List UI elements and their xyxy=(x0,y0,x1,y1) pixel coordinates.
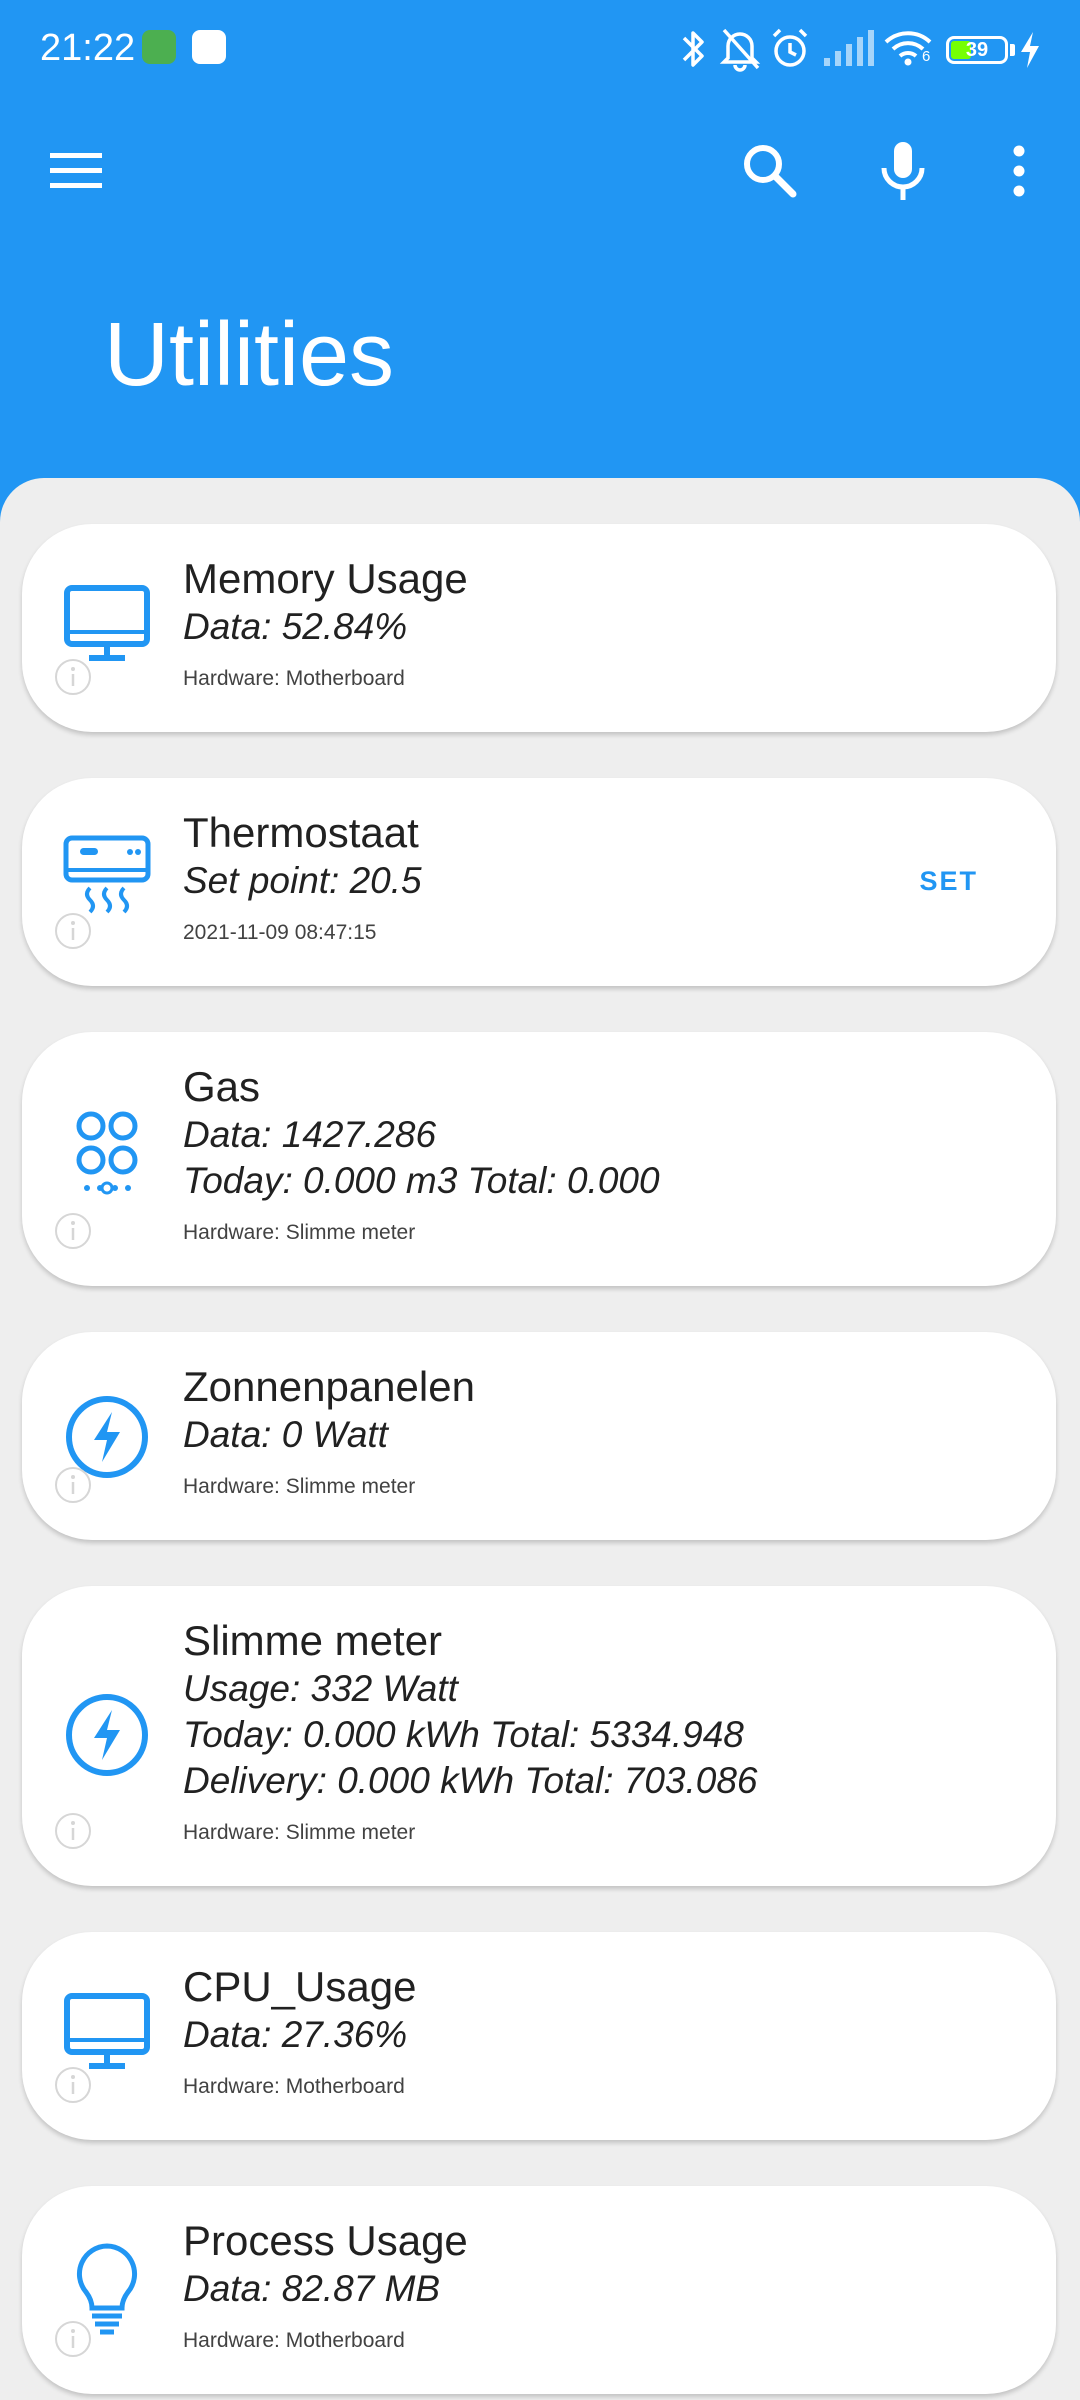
card-title: CPU_Usage xyxy=(183,1963,417,2010)
card-data-line: Data: 0 Watt xyxy=(183,1414,388,1455)
device-card-cpu-usage[interactable]: CPU_Usage Data: 27.36% Hardware: Motherb… xyxy=(22,1932,1056,2140)
card-data-line: Today: 0.000 kWh Total: 5334.948 xyxy=(183,1714,744,1755)
device-card-zonnenpanelen[interactable]: Zonnenpanelen Data: 0 Watt Hardware: Sli… xyxy=(22,1332,1056,1540)
card-data-line: Usage: 332 Watt xyxy=(183,1668,458,1709)
card-hardware: Hardware: Motherboard xyxy=(183,2075,405,2098)
card-data-line: Data: 52.84% xyxy=(183,606,408,647)
card-hardware: Hardware: Motherboard xyxy=(183,667,405,690)
info-icon[interactable] xyxy=(54,2066,92,2104)
device-card-thermostaat[interactable]: Thermostaat Set point: 20.5 2021-11-09 0… xyxy=(22,778,1056,986)
status-bar: 21:22 6 39 xyxy=(0,0,1080,96)
card-hardware: Hardware: Slimme meter xyxy=(183,1821,416,1844)
lightning-icon xyxy=(66,1694,148,1776)
card-title: Gas xyxy=(183,1063,261,1110)
set-button[interactable]: SET xyxy=(919,864,978,898)
wifi-badge: 6 xyxy=(922,48,931,65)
info-icon[interactable] xyxy=(54,1466,92,1504)
status-time: 21:22 xyxy=(40,27,136,69)
card-data-line: Today: 0.000 m3 Total: 0.000 xyxy=(183,1160,660,1201)
info-icon[interactable] xyxy=(54,2320,92,2358)
gas-burner-icon xyxy=(76,1111,138,1195)
card-data-line: Set point: 20.5 xyxy=(183,860,422,901)
alarm-icon xyxy=(772,28,808,67)
info-icon[interactable] xyxy=(54,1812,92,1850)
device-card-process-usage[interactable]: Process Usage Data: 82.87 MB Hardware: M… xyxy=(22,2186,1056,2394)
app-notification-icon xyxy=(192,30,226,64)
card-title: Process Usage xyxy=(183,2217,468,2264)
device-card-gas[interactable]: Gas Data: 1427.286 Today: 0.000 m3 Total… xyxy=(22,1032,1056,1286)
card-title: Thermostaat xyxy=(183,809,419,856)
charging-icon xyxy=(1021,32,1039,68)
battery-indicator: 39 xyxy=(946,24,1026,74)
device-card-slimme-meter[interactable]: Slimme meter Usage: 332 Watt Today: 0.00… xyxy=(22,1586,1056,1886)
card-title: Memory Usage xyxy=(183,555,468,602)
info-icon[interactable] xyxy=(54,658,92,696)
card-data-line: Delivery: 0.000 kWh Total: 703.086 xyxy=(183,1760,758,1801)
page-title: Utilities xyxy=(104,305,395,405)
more-options-icon[interactable] xyxy=(984,136,1054,206)
info-icon[interactable] xyxy=(54,1212,92,1250)
card-hardware: Hardware: Slimme meter xyxy=(183,1475,416,1498)
card-data-line: Data: 1427.286 xyxy=(183,1114,437,1155)
card-data-line: Data: 27.36% xyxy=(183,2014,408,2055)
app-root: 21:22 6 39 Utilities Memory Usage Data: … xyxy=(0,0,1080,2400)
card-hardware: Hardware: Slimme meter xyxy=(183,1221,416,1244)
app-notification-icon xyxy=(142,30,176,64)
card-hardware: Hardware: Motherboard xyxy=(183,2329,405,2352)
search-icon[interactable] xyxy=(735,136,805,206)
device-card-memory-usage[interactable]: Memory Usage Data: 52.84% Hardware: Moth… xyxy=(22,524,1056,732)
signal-icon xyxy=(824,30,874,66)
microphone-icon[interactable] xyxy=(868,136,938,206)
info-icon[interactable] xyxy=(54,912,92,950)
battery-icon: 39 xyxy=(946,36,1008,64)
card-last-update: 2021-11-09 08:47:15 xyxy=(183,921,377,944)
utilities-list: Memory Usage Data: 52.84% Hardware: Moth… xyxy=(0,478,1080,2400)
muted-bell-icon xyxy=(719,28,761,72)
card-data-line: Data: 82.87 MB xyxy=(183,2268,441,2309)
card-title: Zonnenpanelen xyxy=(183,1363,475,1410)
battery-level: 39 xyxy=(965,39,989,61)
bluetooth-icon xyxy=(682,31,704,67)
card-title: Slimme meter xyxy=(183,1617,443,1664)
menu-icon[interactable] xyxy=(42,136,112,206)
